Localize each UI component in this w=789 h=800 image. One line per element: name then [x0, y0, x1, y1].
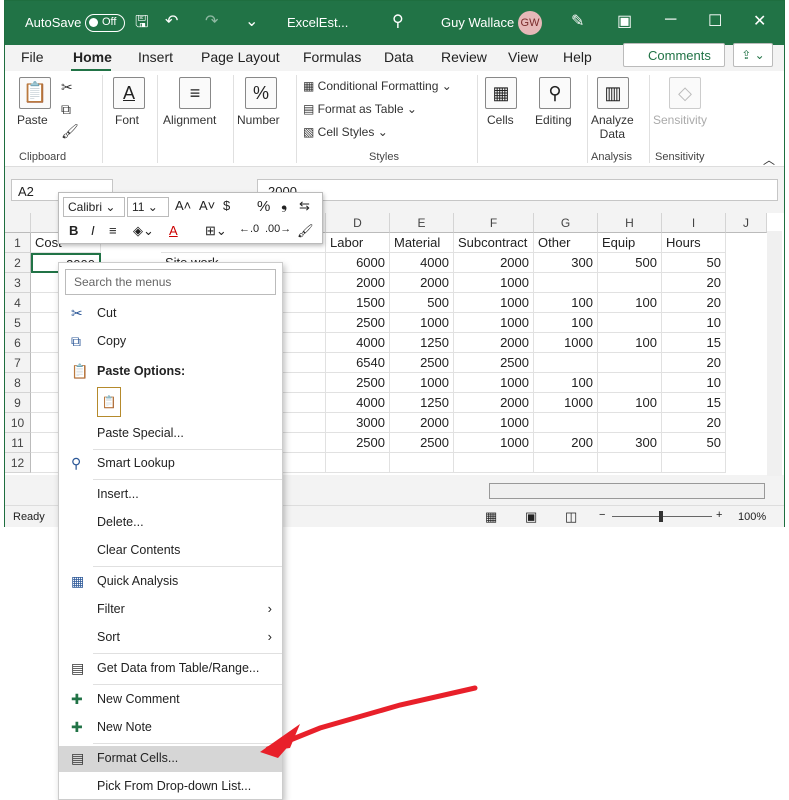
annotation-arrow [260, 685, 478, 758]
